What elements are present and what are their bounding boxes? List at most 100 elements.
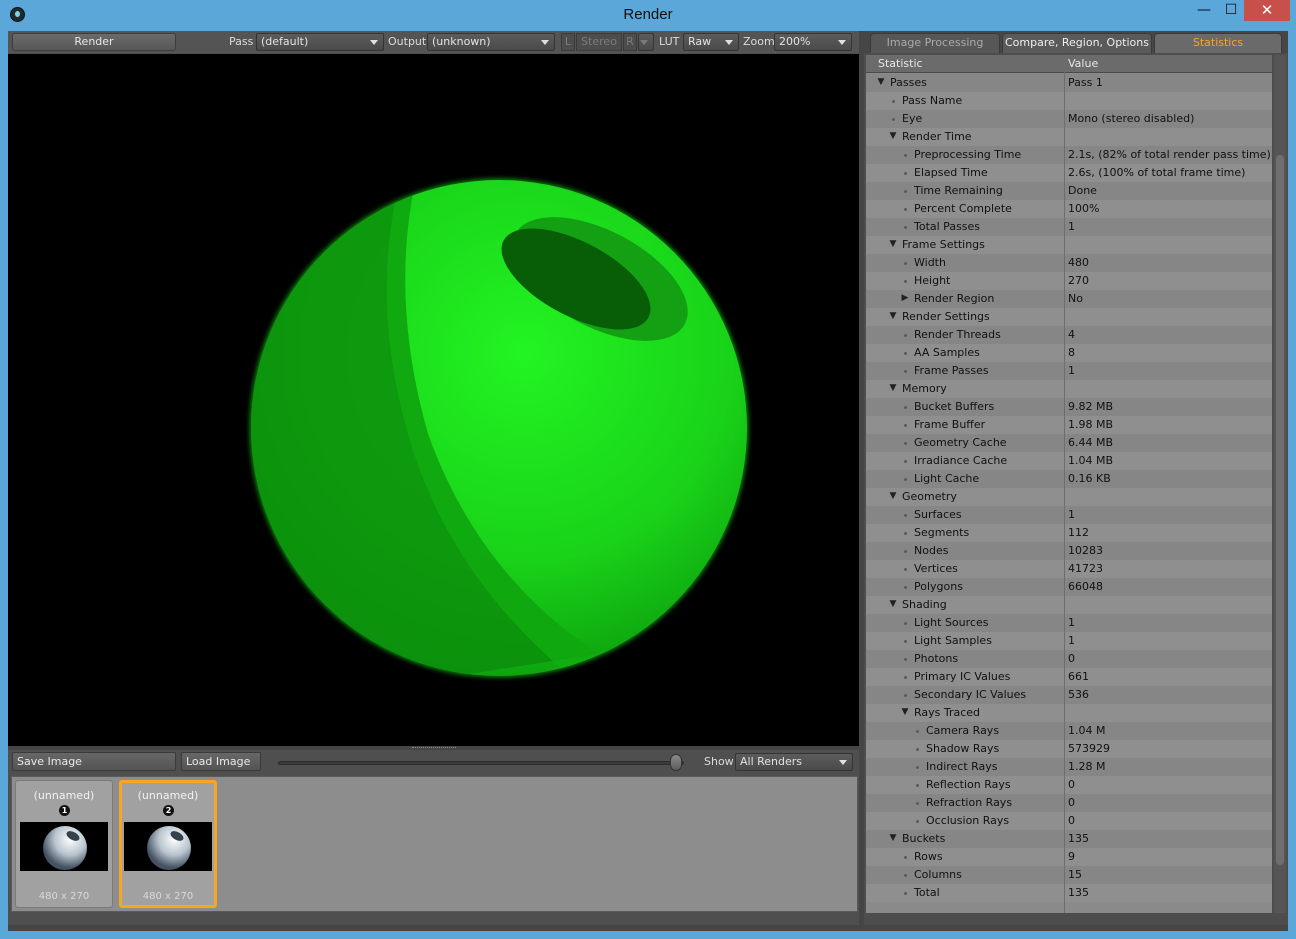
statistic-value: Pass 1 — [1068, 76, 1103, 89]
table-row[interactable]: ▼ Rays Traced — [866, 704, 1272, 722]
statistic-value: 6.44 MB — [1068, 436, 1114, 449]
expand-down-icon[interactable]: ▼ — [888, 239, 898, 249]
maximize-button[interactable]: ☐ — [1218, 0, 1244, 21]
thumbnail-size-slider[interactable] — [278, 761, 684, 765]
table-row[interactable]: ▼ Render Settings — [866, 308, 1272, 326]
statistic-name: Geometry — [902, 490, 957, 503]
tree-node-icon — [904, 352, 907, 355]
table-row[interactable]: Nodes 10283 — [866, 542, 1272, 560]
table-row[interactable]: AA Samples 8 — [866, 344, 1272, 362]
table-row[interactable]: Segments 112 — [866, 524, 1272, 542]
save-image-button[interactable]: Save Image — [12, 752, 176, 771]
expand-down-icon[interactable]: ▼ — [900, 707, 910, 717]
table-row[interactable]: Bucket Buffers 9.82 MB — [866, 398, 1272, 416]
statistic-value: 2.1s, (82% of total render pass time) — [1068, 148, 1271, 161]
expand-down-icon[interactable]: ▼ — [888, 311, 898, 321]
table-row[interactable]: Elapsed Time 2.6s, (100% of total frame t… — [866, 164, 1272, 182]
statistic-name: Photons — [914, 652, 959, 665]
thumbnail-item[interactable]: (unnamed) 1 480 x 270 — [15, 780, 113, 908]
statistic-name: Geometry Cache — [914, 436, 1007, 449]
table-row[interactable]: Frame Passes 1 — [866, 362, 1272, 380]
column-divider[interactable] — [1064, 55, 1065, 913]
column-header-statistic[interactable]: Statistic — [878, 57, 923, 70]
tree-node-icon — [904, 586, 907, 589]
table-row[interactable]: Time Remaining Done — [866, 182, 1272, 200]
thumbnail-item-selected[interactable]: (unnamed) 2 480 x 270 — [119, 780, 217, 908]
table-row[interactable]: Total Passes 1 — [866, 218, 1272, 236]
table-row[interactable]: Indirect Rays 1.28 M — [866, 758, 1272, 776]
table-row[interactable]: Light Sources 1 — [866, 614, 1272, 632]
output-dropdown[interactable]: (unknown) — [427, 33, 555, 51]
statistic-name: Height — [914, 274, 951, 287]
pass-dropdown[interactable]: (default) — [256, 33, 384, 51]
table-row[interactable]: Light Samples 1 — [866, 632, 1272, 650]
table-row[interactable]: ▼ Memory — [866, 380, 1272, 398]
panel-tabs: Image Processing Compare, Region, Option… — [864, 31, 1288, 53]
load-image-button[interactable]: Load Image — [181, 752, 261, 771]
expand-down-icon[interactable]: ▼ — [876, 77, 886, 87]
left-eye-button[interactable]: L — [561, 33, 575, 51]
minimize-button[interactable]: — — [1190, 0, 1218, 21]
table-row[interactable]: Light Cache 0.16 KB — [866, 470, 1272, 488]
expand-right-icon[interactable]: ▶ — [900, 293, 910, 303]
table-row[interactable]: Render Threads 4 — [866, 326, 1272, 344]
table-header: Statistic Value — [866, 55, 1272, 73]
render-viewport[interactable] — [8, 54, 859, 746]
table-row[interactable]: Surfaces 1 — [866, 506, 1272, 524]
statistics-scrollbar[interactable] — [1274, 55, 1286, 913]
table-row[interactable]: Preprocessing Time 2.1s, (82% of total re… — [866, 146, 1272, 164]
lut-dropdown[interactable]: Raw — [683, 33, 739, 51]
table-row[interactable]: ▼ Render Time — [866, 128, 1272, 146]
table-row[interactable]: Occlusion Rays 0 — [866, 812, 1272, 830]
table-row[interactable]: Irradiance Cache 1.04 MB — [866, 452, 1272, 470]
right-eye-button[interactable]: R — [623, 33, 637, 51]
table-row[interactable]: Frame Buffer 1.98 MB — [866, 416, 1272, 434]
expand-down-icon[interactable]: ▼ — [888, 383, 898, 393]
table-row[interactable]: ▼ Buckets 135 — [866, 830, 1272, 848]
statistics-rows: ▼ Passes Pass 1 Pass Name Eye Mono (stereo di… — [866, 74, 1272, 902]
tab-statistics[interactable]: Statistics — [1154, 33, 1282, 53]
statistic-name: Bucket Buffers — [914, 400, 995, 413]
table-row[interactable]: Secondary IC Values 536 — [866, 686, 1272, 704]
table-row[interactable]: Rows 9 — [866, 848, 1272, 866]
table-row[interactable]: Primary IC Values 661 — [866, 668, 1272, 686]
tree-node-icon — [904, 172, 907, 175]
slider-handle[interactable] — [670, 754, 682, 771]
table-row[interactable]: Height 270 — [866, 272, 1272, 290]
column-header-value[interactable]: Value — [1068, 57, 1098, 70]
table-row[interactable]: Width 480 — [866, 254, 1272, 272]
close-button[interactable]: ✕ — [1244, 0, 1290, 21]
tab-image-processing[interactable]: Image Processing — [870, 33, 1000, 53]
table-row[interactable]: Reflection Rays 0 — [866, 776, 1272, 794]
table-row[interactable]: ▶ Render Region No — [866, 290, 1272, 308]
expand-down-icon[interactable]: ▼ — [888, 491, 898, 501]
scrollbar-thumb[interactable] — [1276, 155, 1284, 865]
expand-down-icon[interactable]: ▼ — [888, 131, 898, 141]
render-button[interactable]: Render — [12, 33, 176, 51]
table-row[interactable]: Shadow Rays 573929 — [866, 740, 1272, 758]
table-row[interactable]: Polygons 66048 — [866, 578, 1272, 596]
table-row[interactable]: Pass Name — [866, 92, 1272, 110]
zoom-dropdown[interactable]: 200% — [774, 33, 852, 51]
expand-down-icon[interactable]: ▼ — [888, 599, 898, 609]
table-row[interactable]: ▼ Geometry — [866, 488, 1272, 506]
expand-down-icon[interactable]: ▼ — [888, 833, 898, 843]
bottom-splitter[interactable] — [8, 925, 1288, 931]
table-row[interactable]: ▼ Passes Pass 1 — [866, 74, 1272, 92]
show-dropdown[interactable]: All Renders — [735, 753, 853, 771]
table-row[interactable]: Geometry Cache 6.44 MB — [866, 434, 1272, 452]
table-row[interactable]: Total 135 — [866, 884, 1272, 902]
table-row[interactable]: Refraction Rays 0 — [866, 794, 1272, 812]
stereo-mode-dropdown[interactable] — [638, 33, 654, 51]
tab-compare-region-options[interactable]: Compare, Region, Options — [1002, 33, 1152, 53]
table-row[interactable]: Photons 0 — [866, 650, 1272, 668]
title-bar[interactable]: Render — ☐ ✕ — [0, 0, 1296, 30]
table-row[interactable]: Columns 15 — [866, 866, 1272, 884]
table-row[interactable]: ▼ Frame Settings — [866, 236, 1272, 254]
table-row[interactable]: ▼ Shading — [866, 596, 1272, 614]
table-row[interactable]: Camera Rays 1.04 M — [866, 722, 1272, 740]
stereo-button[interactable]: Stereo — [576, 33, 622, 51]
table-row[interactable]: Vertices 41723 — [866, 560, 1272, 578]
table-row[interactable]: Eye Mono (stereo disabled) — [866, 110, 1272, 128]
table-row[interactable]: Percent Complete 100% — [866, 200, 1272, 218]
